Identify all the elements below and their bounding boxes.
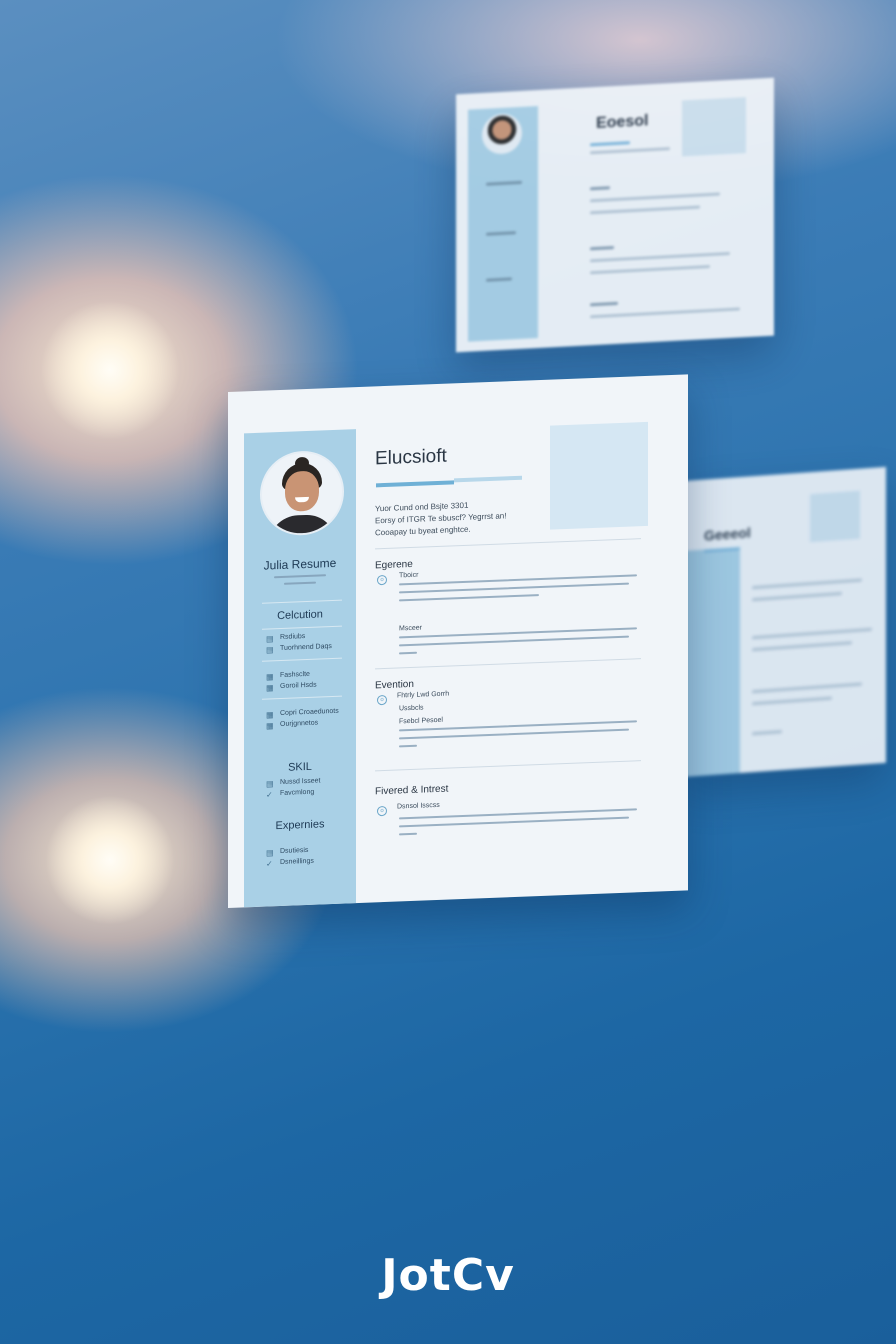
back-resume-2-photo-box: [810, 490, 860, 543]
document-icon: ▤: [266, 848, 274, 858]
brand-logo: JotCv: [381, 1250, 515, 1301]
circle-icon: o: [377, 574, 387, 586]
check-icon: ✓: [266, 790, 273, 800]
grid-icon: ▦: [266, 672, 274, 682]
resume-title: Elucsioft: [375, 445, 447, 470]
grid-icon: ▦: [266, 683, 274, 693]
back-resume-1-title: Eoesol: [596, 112, 649, 132]
document-icon: ▤: [266, 779, 274, 789]
glow-light-1: [40, 300, 180, 440]
document-icon: ▤: [266, 645, 274, 655]
back-resume-1: Eoesol: [456, 77, 774, 353]
grid-icon: ▦: [266, 721, 274, 731]
back-resume-2-sidebar: [682, 547, 740, 778]
back-resume-1-photo-box: [682, 97, 746, 157]
back-resume-2: Geeeol: [682, 466, 886, 778]
check-icon: ✓: [266, 859, 273, 869]
back-resume-2-title: Geeeol: [704, 524, 751, 544]
document-icon: ▤: [266, 634, 274, 644]
section-heading-interests: Fivered & Intrest: [375, 783, 449, 798]
section-heading-egerene: Egerene: [375, 558, 413, 572]
circle-icon: o: [377, 805, 387, 817]
main-resume: Julia Resume Celcution ▤ Rsdiubs ▤ Tuorh…: [228, 374, 688, 908]
title-accent-bar: [376, 480, 454, 488]
section-heading-evention: Evention: [375, 678, 414, 692]
photo-placeholder: [550, 421, 648, 530]
glow-light-2: [45, 795, 175, 925]
grid-icon: ▦: [266, 710, 274, 720]
circle-icon: o: [377, 694, 387, 706]
